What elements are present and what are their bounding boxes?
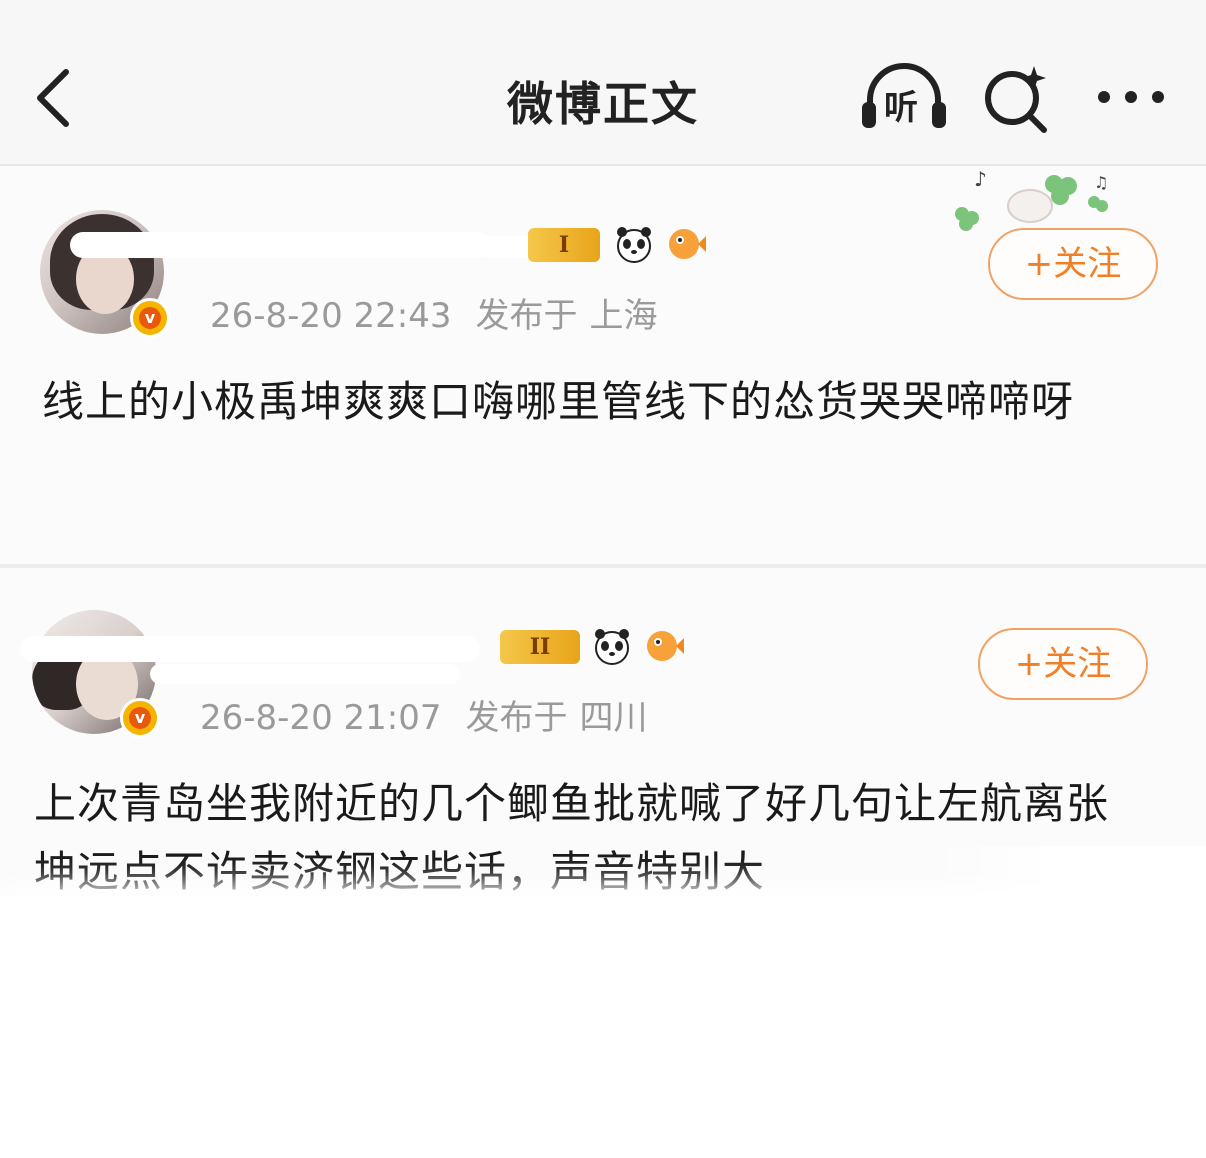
location-label: 发布于 [475, 296, 578, 336]
pufferfish-icon [669, 229, 706, 259]
location-label: 发布于 [465, 698, 568, 738]
verified-v-icon: v [120, 698, 160, 738]
pufferfish-icon [647, 631, 684, 661]
listen-label: 听 [884, 88, 918, 128]
more-dots-icon [1098, 91, 1164, 103]
post-meta: 26-8-20 21:07 发布于 四川 [200, 690, 648, 739]
username-redacted[interactable] [70, 232, 490, 258]
username-redacted-tail [150, 664, 460, 684]
svg-text:♫: ♫ [1094, 173, 1108, 192]
more-button[interactable] [1094, 82, 1168, 112]
search-button[interactable] [980, 62, 1054, 136]
listen-button[interactable]: 听 [858, 62, 950, 134]
post-location: 上海 [589, 296, 658, 336]
panda-icon [617, 227, 651, 263]
follow-label: +关注 [1014, 644, 1112, 684]
svg-text:♪: ♪ [974, 167, 987, 191]
username-redacted[interactable] [20, 636, 480, 662]
post-meta: 26-8-20 22:43 发布于 上海 [210, 288, 658, 337]
search-sparkle-icon [985, 66, 1047, 133]
panda-icon [595, 629, 629, 665]
post-location: 四川 [579, 698, 648, 738]
follow-label: +关注 [1024, 244, 1122, 284]
level-badge: II [500, 630, 580, 664]
bottom-fade-overlay [0, 896, 1206, 1158]
post-time: 26-8-20 21:07 [200, 698, 442, 738]
verified-v-icon: v [130, 298, 170, 338]
follow-button[interactable]: +关注 [978, 628, 1148, 700]
clover-decoration-icon: ♪ ♫ [944, 166, 1120, 232]
follow-button[interactable]: +关注 [988, 228, 1158, 300]
post-content: 线上的小极禹坤爽爽口嗨哪里管线下的怂货哭哭啼啼呀 [42, 377, 1075, 426]
top-nav-bar: 微博正文 听 [0, 0, 1206, 166]
post-time: 26-8-20 22:43 [210, 296, 452, 336]
level-badge: I [528, 228, 600, 262]
